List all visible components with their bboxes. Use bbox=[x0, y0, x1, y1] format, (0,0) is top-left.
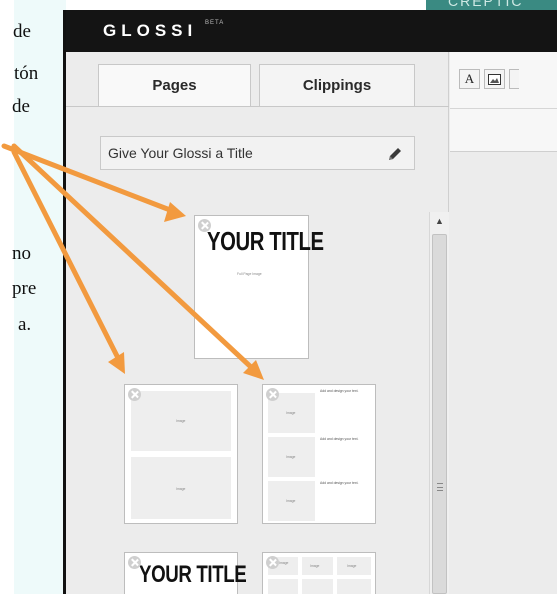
image-placeholder bbox=[337, 579, 371, 594]
text-tool-icon[interactable]: A bbox=[459, 69, 480, 89]
image-placeholder-label: Image bbox=[279, 561, 289, 565]
template-cover-full-image[interactable]: YOUR TITLE Full Page Image bbox=[194, 215, 324, 359]
glossi-title-field[interactable]: Give Your Glossi a Title bbox=[100, 136, 415, 170]
remove-template-icon[interactable] bbox=[266, 556, 279, 569]
glossi-title-value: Give Your Glossi a Title bbox=[108, 145, 253, 161]
toolbar-divider bbox=[450, 108, 557, 109]
image-tool-icon[interactable] bbox=[484, 69, 505, 89]
beta-badge: BETA bbox=[205, 20, 225, 26]
editor-panel: A bbox=[450, 52, 557, 594]
pencil-icon[interactable] bbox=[386, 145, 404, 163]
remove-template-icon[interactable] bbox=[128, 556, 141, 569]
text-placeholder: Add and design your text. bbox=[320, 389, 359, 393]
image-placeholder bbox=[302, 579, 333, 594]
image-placeholder: Image bbox=[337, 557, 371, 575]
image-placeholder: Image bbox=[131, 457, 231, 519]
pages-panel: Pages Clippings Give Your Glossi a Title… bbox=[66, 52, 449, 594]
scroll-thumb[interactable] bbox=[432, 234, 447, 594]
image-placeholder: Image bbox=[268, 481, 315, 521]
template-title-text: YOUR TITLE bbox=[139, 561, 247, 588]
tab-clippings[interactable]: Clippings bbox=[259, 64, 415, 106]
glossi-app-window: GLOSSI BETA Pages Clippings Give Your Gl… bbox=[63, 10, 557, 594]
document-text-line: de bbox=[13, 21, 31, 42]
template-two-images[interactable]: Image Image bbox=[124, 384, 238, 524]
template-title-text: YOUR TITLE bbox=[207, 226, 324, 256]
text-placeholder: Add and design your text. bbox=[320, 437, 359, 441]
image-placeholder bbox=[268, 579, 298, 594]
screenshot-stage: de tón de no pre a. CREPTIC GLOSSI BETA … bbox=[0, 0, 557, 594]
document-text-line: tón bbox=[14, 63, 39, 84]
document-text-line: no bbox=[12, 243, 31, 264]
document-text-line: de bbox=[12, 96, 30, 117]
glossi-logo: GLOSSI bbox=[103, 21, 198, 40]
document-text-line: pre bbox=[12, 278, 37, 299]
image-placeholder: Image bbox=[131, 391, 231, 451]
template-cover-small[interactable]: YOUR TITLE bbox=[124, 552, 247, 594]
templates-scrollbar[interactable]: ▲ bbox=[429, 212, 449, 594]
creptic-watermark: CREPTIC bbox=[426, 0, 557, 10]
remove-template-icon[interactable] bbox=[128, 388, 141, 401]
tab-divider bbox=[66, 106, 449, 107]
image-placeholder: Image bbox=[268, 437, 315, 477]
template-image-text-rows[interactable]: Image Add and design your text. Image Ad… bbox=[262, 384, 376, 524]
image-placeholder: Image bbox=[302, 557, 333, 575]
template-image-grid[interactable]: Image Image Image bbox=[262, 552, 376, 594]
scroll-up-arrow-icon[interactable]: ▲ bbox=[430, 212, 449, 230]
text-placeholder: Add and design your text. bbox=[320, 481, 359, 485]
remove-template-icon[interactable] bbox=[266, 388, 279, 401]
grip-icon bbox=[437, 483, 443, 491]
more-tool-icon[interactable] bbox=[509, 69, 519, 89]
document-text-line: a. bbox=[18, 314, 32, 335]
top-bar: GLOSSI BETA bbox=[66, 10, 557, 52]
template-caption: Full Page Image bbox=[237, 272, 262, 276]
tab-pages[interactable]: Pages bbox=[98, 64, 251, 106]
document-page: de tón de no pre a. bbox=[0, 0, 66, 594]
editor-toolbar-area: A bbox=[450, 52, 557, 152]
